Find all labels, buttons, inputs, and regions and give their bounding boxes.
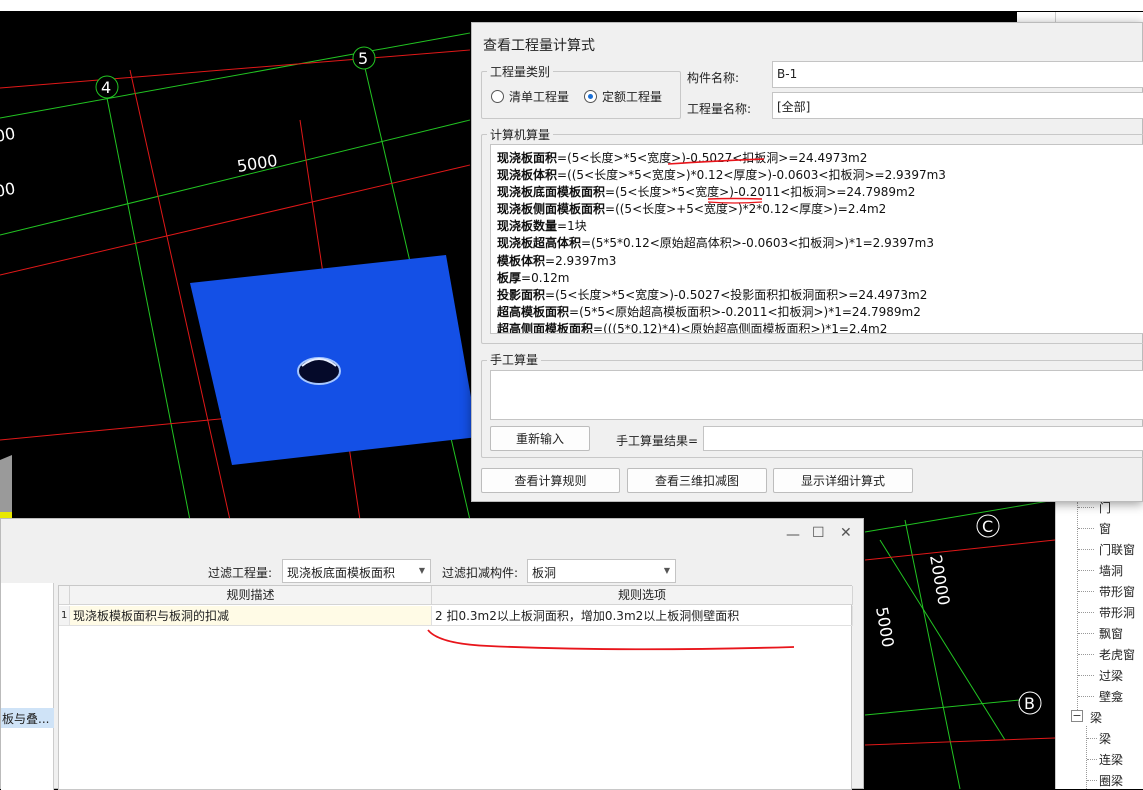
tree-item-beam[interactable]: 梁	[1056, 727, 1143, 748]
minimize-icon[interactable]: —	[786, 527, 800, 543]
red-underline-mark	[427, 629, 795, 651]
rule-table[interactable]: 规则描述 规则选项 1 现浇板模板面积与板洞的扣减 2 扣0.3m2以上板洞面积…	[58, 585, 853, 790]
tree-item-coupling-beam[interactable]: 连梁	[1056, 748, 1143, 769]
formula-line: 投影面积=(5<长度>*5<宽度>)-0.5027<投影面积扣板洞面积>=24.…	[497, 287, 928, 302]
red-annotation-marks	[667, 158, 765, 204]
filter-quantity-select[interactable]: 现浇板底面模板面积 ▼	[282, 559, 431, 583]
grid-bubble-c: C	[976, 514, 1000, 538]
grid-label-4: 4	[101, 78, 111, 97]
tree-item-strip-window[interactable]: 带形窗	[1056, 580, 1143, 601]
tree-item-niche[interactable]: 壁龛	[1056, 685, 1143, 706]
grid-bubble-b: B	[1018, 691, 1042, 715]
rule-category-item-selected[interactable]: 板与叠...	[1, 708, 54, 728]
view-calc-rules-button[interactable]: 查看计算规则	[481, 468, 620, 493]
manual-result-field[interactable]	[703, 426, 1143, 451]
grid-label-5: 5	[358, 49, 368, 68]
grid-label-b: B	[1024, 694, 1035, 713]
tree-item-lintel[interactable]: 过梁	[1056, 664, 1143, 685]
calc-rules-window[interactable]: — ☐ ✕ 板与叠... 过滤工程量: 现浇板底面模板面积 ▼ 过滤扣减构件: …	[0, 518, 864, 790]
close-icon[interactable]: ✕	[840, 525, 852, 541]
tree-item-strip-opening[interactable]: 带形洞	[1056, 601, 1143, 622]
view-3d-deduction-button[interactable]: 查看三维扣减图	[627, 468, 767, 493]
tree-item-window[interactable]: 窗	[1056, 517, 1143, 538]
dropdown-arrow-icon: ▼	[663, 566, 670, 575]
formula-line: 超高模板面积=(5*5<原始超高模板面积>-0.2011<扣板洞>)*1=24.…	[497, 304, 921, 319]
formula-line: 板厚=0.12m	[497, 270, 570, 285]
collapse-icon[interactable]: −	[1071, 710, 1083, 722]
maximize-icon[interactable]: ☐	[812, 525, 825, 541]
reenter-button[interactable]: 重新输入	[490, 426, 590, 451]
rule-category-list[interactable]: 板与叠...	[1, 583, 54, 790]
grid-bubble-4: 4	[95, 75, 119, 99]
tree-item-wall-opening[interactable]: 墙洞	[1056, 559, 1143, 580]
tree-item-dormer[interactable]: 老虎窗	[1056, 643, 1143, 664]
manual-calc-textarea[interactable]	[490, 370, 1143, 420]
grid-label-c: C	[982, 517, 993, 536]
filter-component-label: 过滤扣减构件:	[442, 566, 519, 580]
dropdown-arrow-icon: ▼	[418, 566, 425, 575]
grid-bubble-5: 5	[352, 46, 376, 70]
show-detailed-formula-button[interactable]: 显示详细计算式	[773, 468, 913, 493]
slab-opening	[297, 357, 341, 385]
formula-line: 现浇板超高体积=(5*5*0.12<原始超高体积>-0.0603<扣板洞>)*1…	[497, 236, 934, 251]
tree-group-beam[interactable]: − 梁	[1056, 706, 1143, 727]
formula-line: 超高侧面模板面积=(((5*0.12)*4)<原始超高侧面模板面积>)*1=2.…	[497, 321, 888, 334]
manual-calc-legend: 手工算量	[487, 351, 542, 368]
filter-quantity-label: 过滤工程量:	[208, 566, 273, 580]
filter-component-select[interactable]: 板洞 ▼	[527, 559, 676, 583]
tree-item-bay-window[interactable]: 飘窗	[1056, 622, 1143, 643]
manual-result-label: 手工算量结果=	[616, 434, 699, 448]
formula-line: 模板体积=2.9397m3	[497, 253, 617, 268]
view-quantity-formula-dialog[interactable]: 查看工程量计算式 工程量类别 清单工程量 定额工程量 构件名称: B-1 工程量…	[471, 22, 1143, 502]
tree-item-door-window[interactable]: 门联窗	[1056, 538, 1143, 559]
slab-b1	[190, 255, 478, 465]
tree-item-ring-beam[interactable]: 圈梁	[1056, 769, 1143, 790]
